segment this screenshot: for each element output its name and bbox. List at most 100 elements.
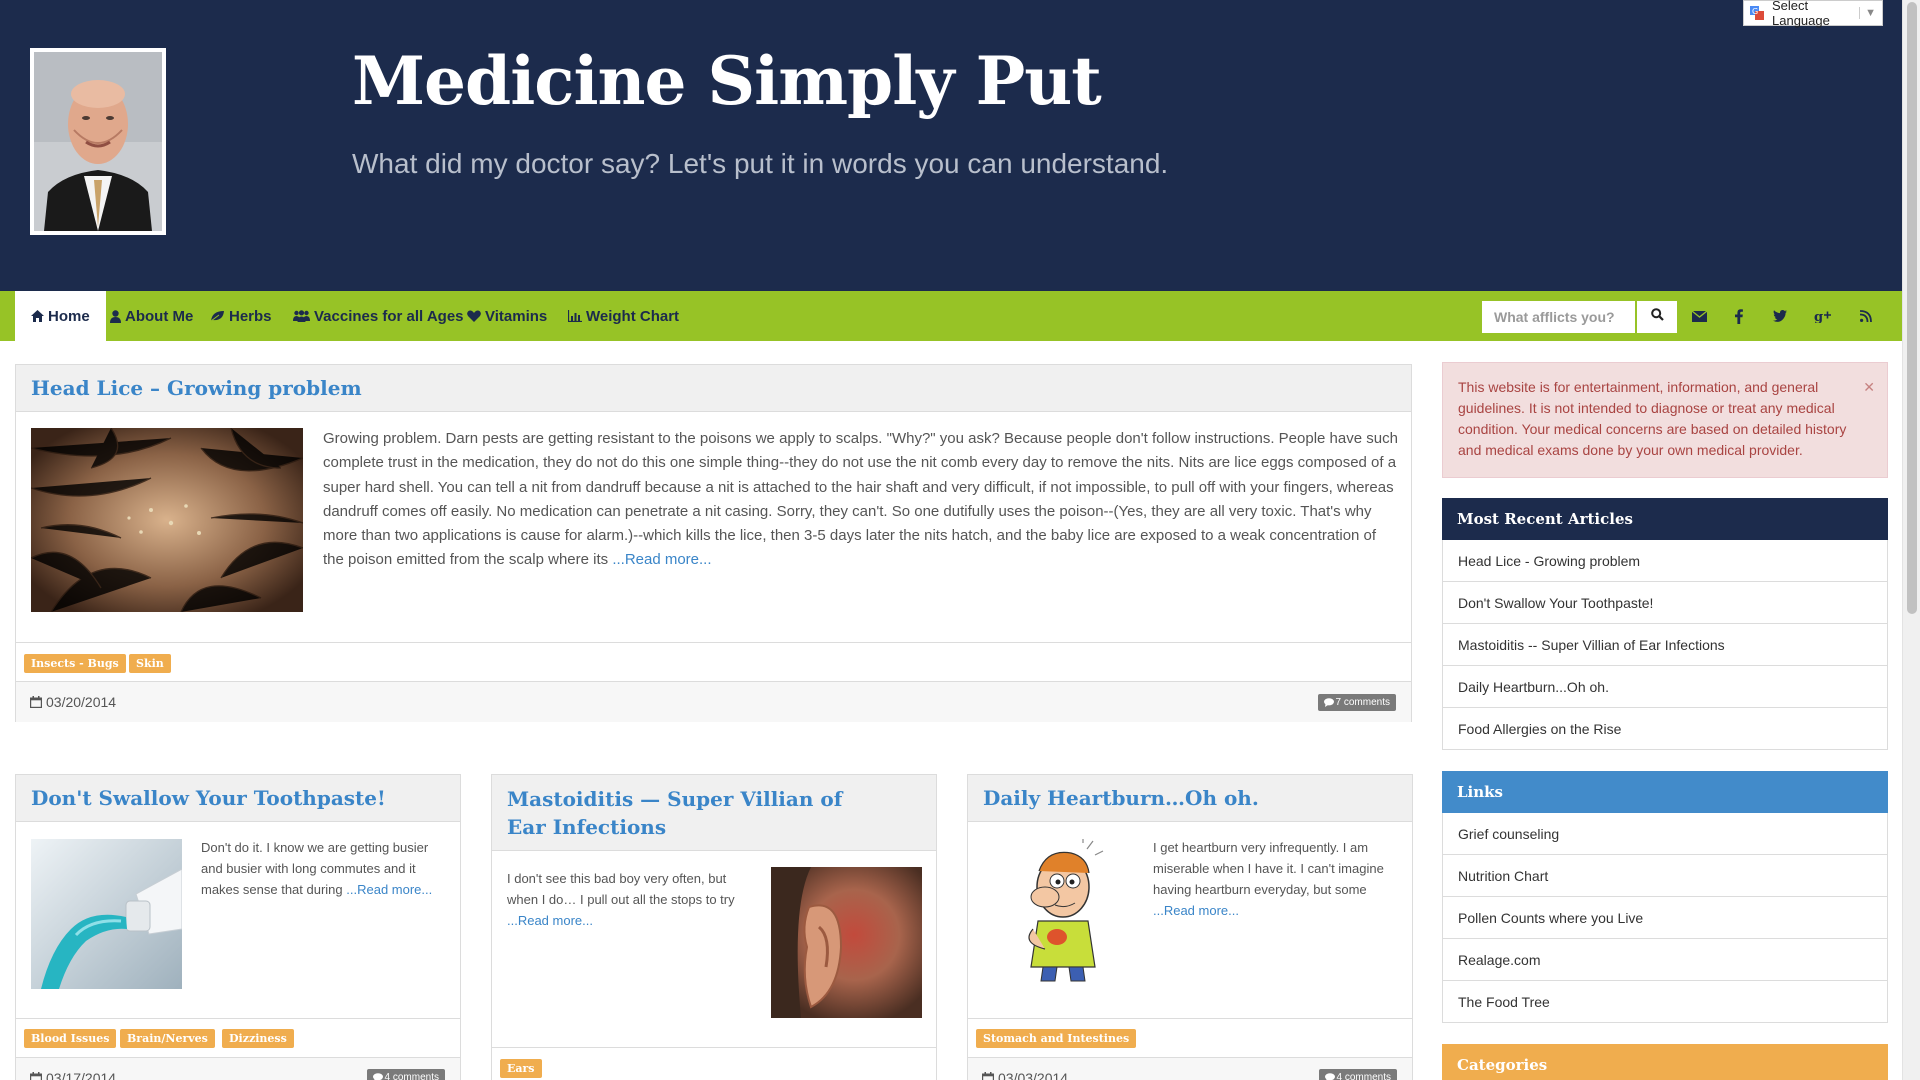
nav-item-label: Weight Chart: [586, 307, 680, 325]
nav-item-vitamins[interactable]: Vitamins: [467, 291, 547, 341]
widget-heading: Most Recent Articles: [1442, 498, 1888, 540]
article-card: Don't Swallow Your Toothpaste! Don't do …: [15, 774, 461, 1080]
envelope-icon[interactable]: [1689, 306, 1709, 326]
calendar-icon: [30, 696, 42, 708]
google-translate-icon: G: [1750, 6, 1764, 20]
read-more-link[interactable]: ...Read more...: [346, 882, 432, 897]
article-footer: 03/03/2014 4 comments: [968, 1057, 1412, 1080]
external-link[interactable]: Nutrition Chart: [1443, 855, 1887, 897]
chevron-down-icon: ▼: [1859, 7, 1876, 19]
comment-icon: [372, 1073, 383, 1080]
nav-item-label: About Me: [125, 307, 194, 325]
language-select[interactable]: G Select Language ▼: [1743, 0, 1883, 28]
article-thumbnail-head-lice[interactable]: [31, 428, 303, 612]
article-footer: 03/17/2014 4 comments: [16, 1057, 460, 1080]
divider: [968, 1018, 1412, 1019]
nav-item-label: Vitamins: [485, 307, 548, 325]
comments-count-badge[interactable]: 4 comments: [1318, 1069, 1397, 1080]
article-title[interactable]: Don't Swallow Your Toothpaste!: [31, 786, 386, 810]
search-button[interactable]: [1637, 301, 1677, 333]
comments-count-text: 7 comments: [1335, 697, 1390, 708]
disclaimer-text: This website is for entertainment, infor…: [1458, 379, 1847, 458]
nav-item-vaccines[interactable]: Vaccines for all Ages: [293, 291, 464, 341]
external-link[interactable]: The Food Tree: [1443, 981, 1887, 1023]
article-excerpt: Don't do it. I know we are getting busie…: [201, 837, 441, 900]
recent-article-link[interactable]: Mastoiditis -- Super Villian of Ear Infe…: [1443, 624, 1887, 666]
close-icon[interactable]: ✕: [1863, 377, 1875, 398]
most-recent-articles-widget: Most Recent Articles Head Lice - Growing…: [1442, 498, 1888, 750]
article-date: 03/20/2014: [30, 694, 116, 710]
recent-article-link[interactable]: Don't Swallow Your Toothpaste!: [1443, 582, 1887, 624]
calendar-icon: [30, 1072, 42, 1080]
search-input[interactable]: [1482, 301, 1635, 333]
comment-icon: [1324, 1073, 1335, 1080]
category-tag[interactable]: Stomach and Intestines: [976, 1029, 1137, 1048]
article-date-text: 03/17/2014: [46, 1070, 117, 1080]
article-title[interactable]: Daily Heartburn…Oh oh.: [983, 786, 1259, 810]
article-title[interactable]: Head Lice – Growing problem: [31, 376, 362, 400]
search-icon: [1650, 308, 1664, 326]
disclaimer-alert: This website is for entertainment, infor…: [1442, 362, 1888, 478]
article-excerpt-text: I don't see this bad boy very often, but…: [507, 871, 735, 907]
comment-icon: [1323, 698, 1334, 707]
bar-chart-icon: [568, 310, 582, 322]
nav-item-herbs[interactable]: Herbs: [210, 291, 272, 341]
nav-item-label: Home: [48, 307, 90, 325]
nav-item-weight-chart[interactable]: Weight Chart: [568, 291, 679, 341]
article-excerpt-text: I get heartburn very infrequently. I am …: [1153, 840, 1384, 897]
article-date: 03/03/2014: [982, 1070, 1068, 1080]
article-title[interactable]: Mastoiditis — Super Villian of Ear Infec…: [507, 785, 847, 841]
widget-heading: Links: [1442, 771, 1888, 813]
read-more-link[interactable]: ...Read more...: [507, 913, 593, 928]
nav-item-label: Herbs: [229, 307, 272, 325]
recent-article-link[interactable]: Daily Heartburn...Oh oh.: [1443, 666, 1887, 708]
category-tag[interactable]: Insects - Bugs: [24, 654, 126, 673]
external-link[interactable]: Grief counseling: [1443, 813, 1887, 855]
recent-article-link[interactable]: Head Lice - Growing problem: [1443, 540, 1887, 582]
article-thumbnail-heartburn[interactable]: [983, 839, 1134, 989]
category-tag[interactable]: Blood Issues: [24, 1029, 117, 1048]
category-tag[interactable]: Dizziness: [222, 1029, 294, 1048]
article-thumbnail-toothpaste[interactable]: [31, 839, 182, 989]
external-link[interactable]: Pollen Counts where you Live: [1443, 897, 1887, 939]
article-excerpt: Growing problem. Darn pests are getting …: [323, 427, 1398, 573]
twitter-icon[interactable]: [1770, 306, 1790, 326]
nav-item-home[interactable]: Home: [15, 291, 106, 341]
rss-icon[interactable]: [1856, 306, 1876, 326]
user-icon: [110, 309, 121, 323]
author-photo: [30, 48, 166, 235]
category-tag[interactable]: Brain/Nerves: [120, 1029, 215, 1048]
read-more-link[interactable]: ...Read more...: [612, 551, 711, 568]
divider: [492, 1047, 936, 1048]
facebook-icon[interactable]: [1729, 306, 1749, 326]
site-tagline: What did my doctor say? Let's put it in …: [352, 148, 1169, 179]
page-scrollbar[interactable]: [1902, 0, 1920, 1080]
comments-count-badge[interactable]: 4 comments: [366, 1069, 445, 1080]
category-tag[interactable]: Ears: [500, 1059, 542, 1078]
article-card: Daily Heartburn…Oh oh. I get heartburn v…: [967, 774, 1413, 1080]
article-excerpt-text: Growing problem. Darn pests are getting …: [323, 430, 1398, 569]
article-excerpt: I don't see this bad boy very often, but…: [507, 868, 752, 931]
nav-item-label: Vaccines for all Ages: [314, 307, 464, 325]
widget-heading: Categories: [1442, 1044, 1888, 1080]
recent-articles-list: Head Lice - Growing problem Don't Swallo…: [1442, 540, 1888, 750]
article-date-text: 03/20/2014: [46, 694, 117, 710]
site-header: Medicine Simply Put What did my doctor s…: [0, 0, 1902, 291]
article-date-text: 03/03/2014: [998, 1070, 1069, 1080]
category-tag[interactable]: Skin: [129, 654, 171, 673]
read-more-link[interactable]: ...Read more...: [1153, 903, 1239, 918]
comments-count-badge[interactable]: 7 comments: [1317, 694, 1396, 711]
comments-count-text: 4 comments: [1336, 1072, 1391, 1080]
article-date: 03/17/2014: [30, 1070, 116, 1080]
google-plus-icon[interactable]: g: [1812, 306, 1832, 326]
site-title[interactable]: Medicine Simply Put: [352, 42, 1102, 120]
scrollbar-thumb[interactable]: [1907, 2, 1917, 614]
article-footer: 03/20/2014 7 comments: [16, 681, 1411, 722]
nav-item-about-me[interactable]: About Me: [110, 291, 193, 341]
recent-article-link[interactable]: Food Allergies on the Rise: [1443, 708, 1887, 750]
svg-text:g: g: [1814, 310, 1823, 323]
article-card: Mastoiditis — Super Villian of Ear Infec…: [491, 774, 937, 1080]
external-link[interactable]: Realage.com: [1443, 939, 1887, 981]
home-icon: [31, 310, 44, 322]
article-thumbnail-mastoiditis[interactable]: [771, 867, 922, 1018]
